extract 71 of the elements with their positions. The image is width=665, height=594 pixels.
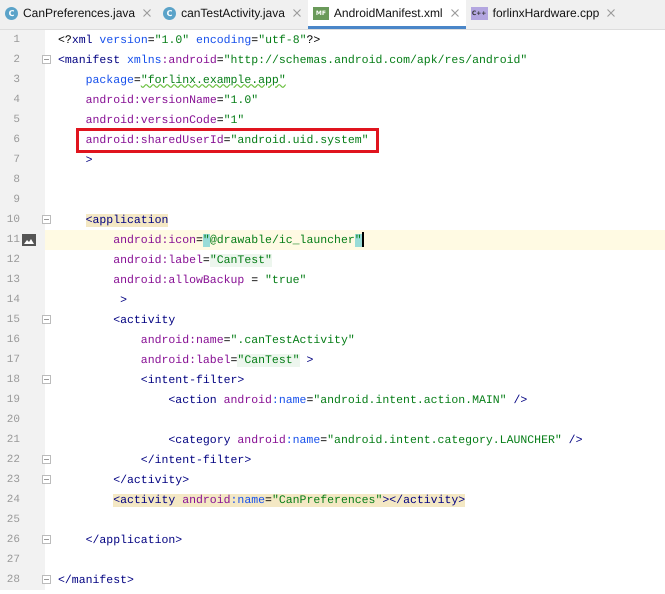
code-line: </application> [86,532,182,548]
line-number: 21 [6,434,20,446]
fold-icon[interactable] [42,475,51,484]
code-line: > [86,152,92,168]
line-number: 1 [12,34,20,46]
code-line: <activity [113,312,176,328]
line-number: 7 [12,154,20,166]
line-number: 28 [6,574,20,586]
tab-label: canTestActivity.java [181,6,285,20]
line-number: 14 [6,294,20,306]
close-icon[interactable] [143,9,152,17]
code-line: <category android:name="android.intent.category.LAUNCHER" /> [168,432,582,448]
code-line: <manifest xmlns:android="http://schemas.android.com/apk/res/android" [58,52,528,68]
line-number: 4 [12,94,20,106]
line-number: 10 [6,214,20,226]
fold-icon[interactable] [42,375,51,384]
line-number: 25 [6,514,20,526]
line-number: 24 [6,494,20,506]
line-number: 15 [6,314,20,326]
file-type-icon: C [5,6,18,20]
code-line: </manifest> [58,572,134,588]
file-type-icon: C [163,6,176,20]
code-line: android:label="CanTest" > [140,352,314,368]
line-number: 18 [6,374,20,386]
fold-icon[interactable] [42,455,51,464]
code-line: package="forlinx.example.app" [86,72,286,88]
line-number: 20 [6,414,20,426]
code-line: </activity> [113,472,190,488]
line-number: 3 [12,74,20,86]
line-number: 23 [6,474,20,486]
code-line: <activity android:name="CanPreferences"></activity> [113,492,466,508]
close-icon[interactable] [292,9,301,17]
code-line: <intent-filter> [140,372,244,388]
file-tab[interactable]: C canTestActivity.java [158,0,308,29]
line-number: 2 [12,54,20,66]
code-line: > [119,292,127,308]
code-line: </intent-filter> [140,452,252,468]
tab-label: AndroidManifest.xml [334,6,443,20]
line-number: 9 [12,194,20,206]
code-line: android:icon="@drawable/ic_launcher" [113,232,364,248]
close-icon[interactable] [450,9,459,17]
fold-icon[interactable] [42,55,51,64]
line-number: 6 [12,134,20,146]
line-number: 22 [6,454,20,466]
line-number: 26 [6,534,20,546]
fold-icon[interactable] [42,575,51,584]
line-number: 8 [12,174,20,186]
code-line: android:allowBackup = "true" [113,272,306,288]
code-line: <?xml version="1.0" encoding="utf-8"?> [58,32,320,48]
close-icon[interactable] [607,9,616,17]
file-tab[interactable]: C CanPreferences.java [0,0,158,29]
code-line: android:label="CanTest" [113,252,272,268]
code-line: android:name=".canTestActivity" [140,332,355,348]
fold-icon[interactable] [42,535,51,544]
line-number: 11 [6,234,20,246]
line-number: 5 [12,114,20,126]
line-number: 13 [6,274,20,286]
line-number: 17 [6,354,20,366]
line-number: 12 [6,254,20,266]
tab-label: CanPreferences.java [23,6,136,20]
tab-label: forlinxHardware.cpp [492,6,600,20]
image-icon[interactable] [22,234,36,246]
line-number: 16 [6,334,20,346]
fold-icon[interactable] [42,215,51,224]
code-line: <action android:name="android.intent.action.MAIN" /> [168,392,528,408]
code-line: android:sharedUserId="android.uid.system" [86,132,369,148]
code-line: android:versionName="1.0" [86,92,258,108]
line-number: 19 [6,394,20,406]
fold-icon[interactable] [42,315,51,324]
line-number: 27 [6,554,20,566]
code-line: android:versionCode="1" [86,112,244,128]
